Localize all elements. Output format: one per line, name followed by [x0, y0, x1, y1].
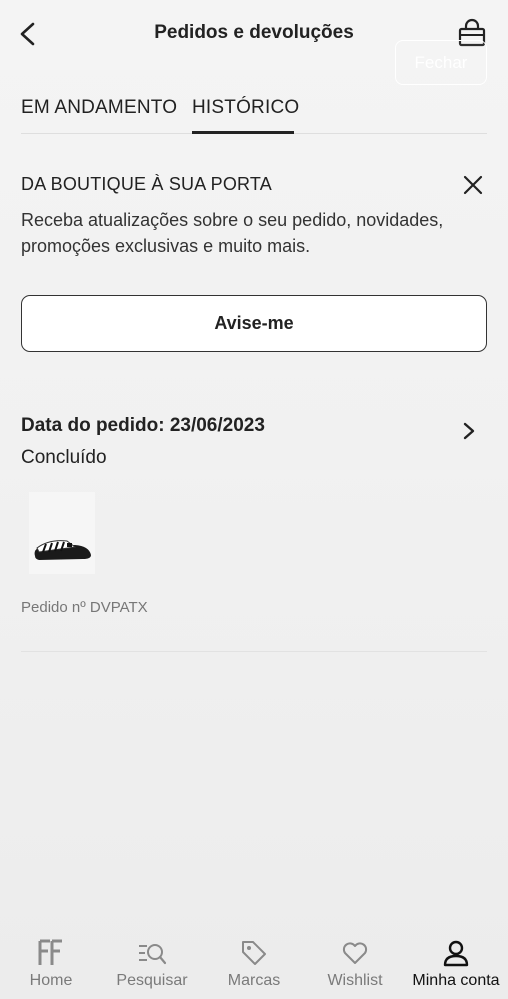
- heart-icon: [342, 942, 368, 964]
- tab-em-andamento[interactable]: EM ANDAMENTO: [21, 97, 177, 119]
- home-logo-icon: [38, 939, 62, 965]
- order-status: Concluído: [21, 447, 107, 468]
- order-tabs: EM ANDAMENTO HISTÓRICO: [21, 86, 487, 134]
- order-number: Pedido nº DVPATX: [21, 599, 148, 616]
- nav-label-home: Home: [29, 972, 73, 989]
- bottom-navigation: Home Pesquisar Marcas Wishlist Minha con…: [0, 928, 508, 999]
- order-item[interactable]: Data do pedido: 23/06/2023 Concluído Ped…: [21, 402, 487, 652]
- user-icon: [443, 940, 469, 967]
- chevron-right-icon[interactable]: [461, 420, 477, 442]
- notify-me-button[interactable]: Avise-me: [21, 295, 487, 352]
- search-icon: [139, 944, 167, 965]
- nav-label-marcas: Marcas: [227, 972, 281, 989]
- promo-description: Receba atualizações sobre o seu pedido, …: [21, 210, 444, 256]
- tag-icon: [242, 941, 266, 965]
- nav-label-wishlist: Wishlist: [327, 972, 383, 989]
- tab-historico[interactable]: HISTÓRICO: [192, 97, 299, 119]
- close-overlay-button[interactable]: Fechar: [395, 40, 487, 85]
- nav-minha-conta[interactable]: Minha conta: [405, 928, 507, 999]
- promo-title: DA BOUTIQUE À SUA PORTA: [21, 174, 272, 194]
- nav-home[interactable]: Home: [20, 928, 82, 999]
- nav-wishlist[interactable]: Wishlist: [320, 928, 390, 999]
- product-image: [29, 492, 95, 574]
- nav-pesquisar[interactable]: Pesquisar: [110, 928, 194, 999]
- close-icon[interactable]: [462, 174, 484, 196]
- order-date: Data do pedido: 23/06/2023: [21, 415, 265, 436]
- nav-marcas[interactable]: Marcas: [222, 928, 286, 999]
- nav-label-minha-conta: Minha conta: [412, 972, 500, 989]
- nav-label-pesquisar: Pesquisar: [116, 972, 188, 989]
- active-tab-indicator: [192, 131, 294, 134]
